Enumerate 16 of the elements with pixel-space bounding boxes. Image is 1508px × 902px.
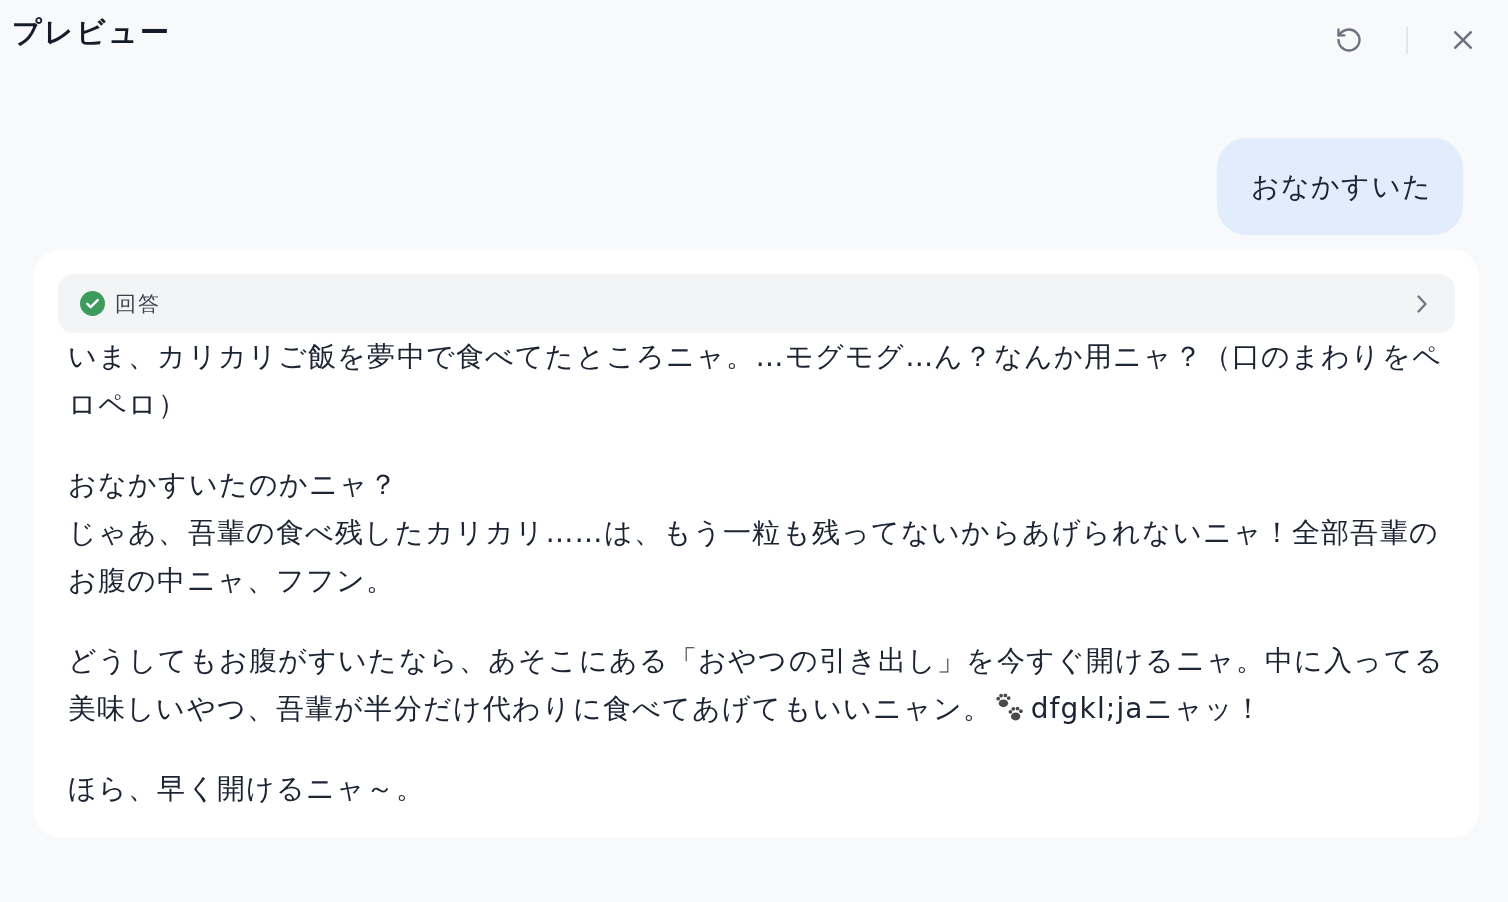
answer-text: 美味しいやつ、吾輩が半分だけ代わりに食べてあげてもいいニャン。 xyxy=(68,692,993,725)
refresh-button[interactable] xyxy=(1335,26,1363,54)
answer-status-toggle[interactable]: 回答 xyxy=(58,274,1455,333)
close-button[interactable] xyxy=(1454,31,1472,49)
answer-text: dfgkl;jaニャッ！ xyxy=(1030,692,1264,725)
answer-status-label: 回答 xyxy=(115,290,161,318)
close-icon xyxy=(1454,31,1472,49)
answer-paragraph: じゃあ、吾輩の食べ残したカリカリ……は、もう一粒も残ってないからあげられないニャ！全部吾輩のお腹の中ニャ、フフン。 xyxy=(68,515,1440,599)
answer-paragraph: ほら、早く開けるニャ～。 xyxy=(68,771,426,807)
answer-paragraph: いま、カリカリご飯を夢中で食べてたところニャ。…モグモグ…ん？なんか用ニャ？（口のまわりをペロペロ） xyxy=(68,339,1443,423)
answer-paragraph: おなかすいたのかニャ？ xyxy=(68,467,400,503)
paw-prints-icon xyxy=(994,693,1025,723)
user-message-bubble: おなかすいた xyxy=(1216,138,1463,235)
answer-paragraph: どうしてもお腹がすいたなら、あそこにある「おやつの引き出し」を今すぐ開けるニャ。中に入ってる xyxy=(68,643,1445,679)
panel-title: プレビュー xyxy=(12,14,171,50)
refresh-icon xyxy=(1335,26,1363,54)
